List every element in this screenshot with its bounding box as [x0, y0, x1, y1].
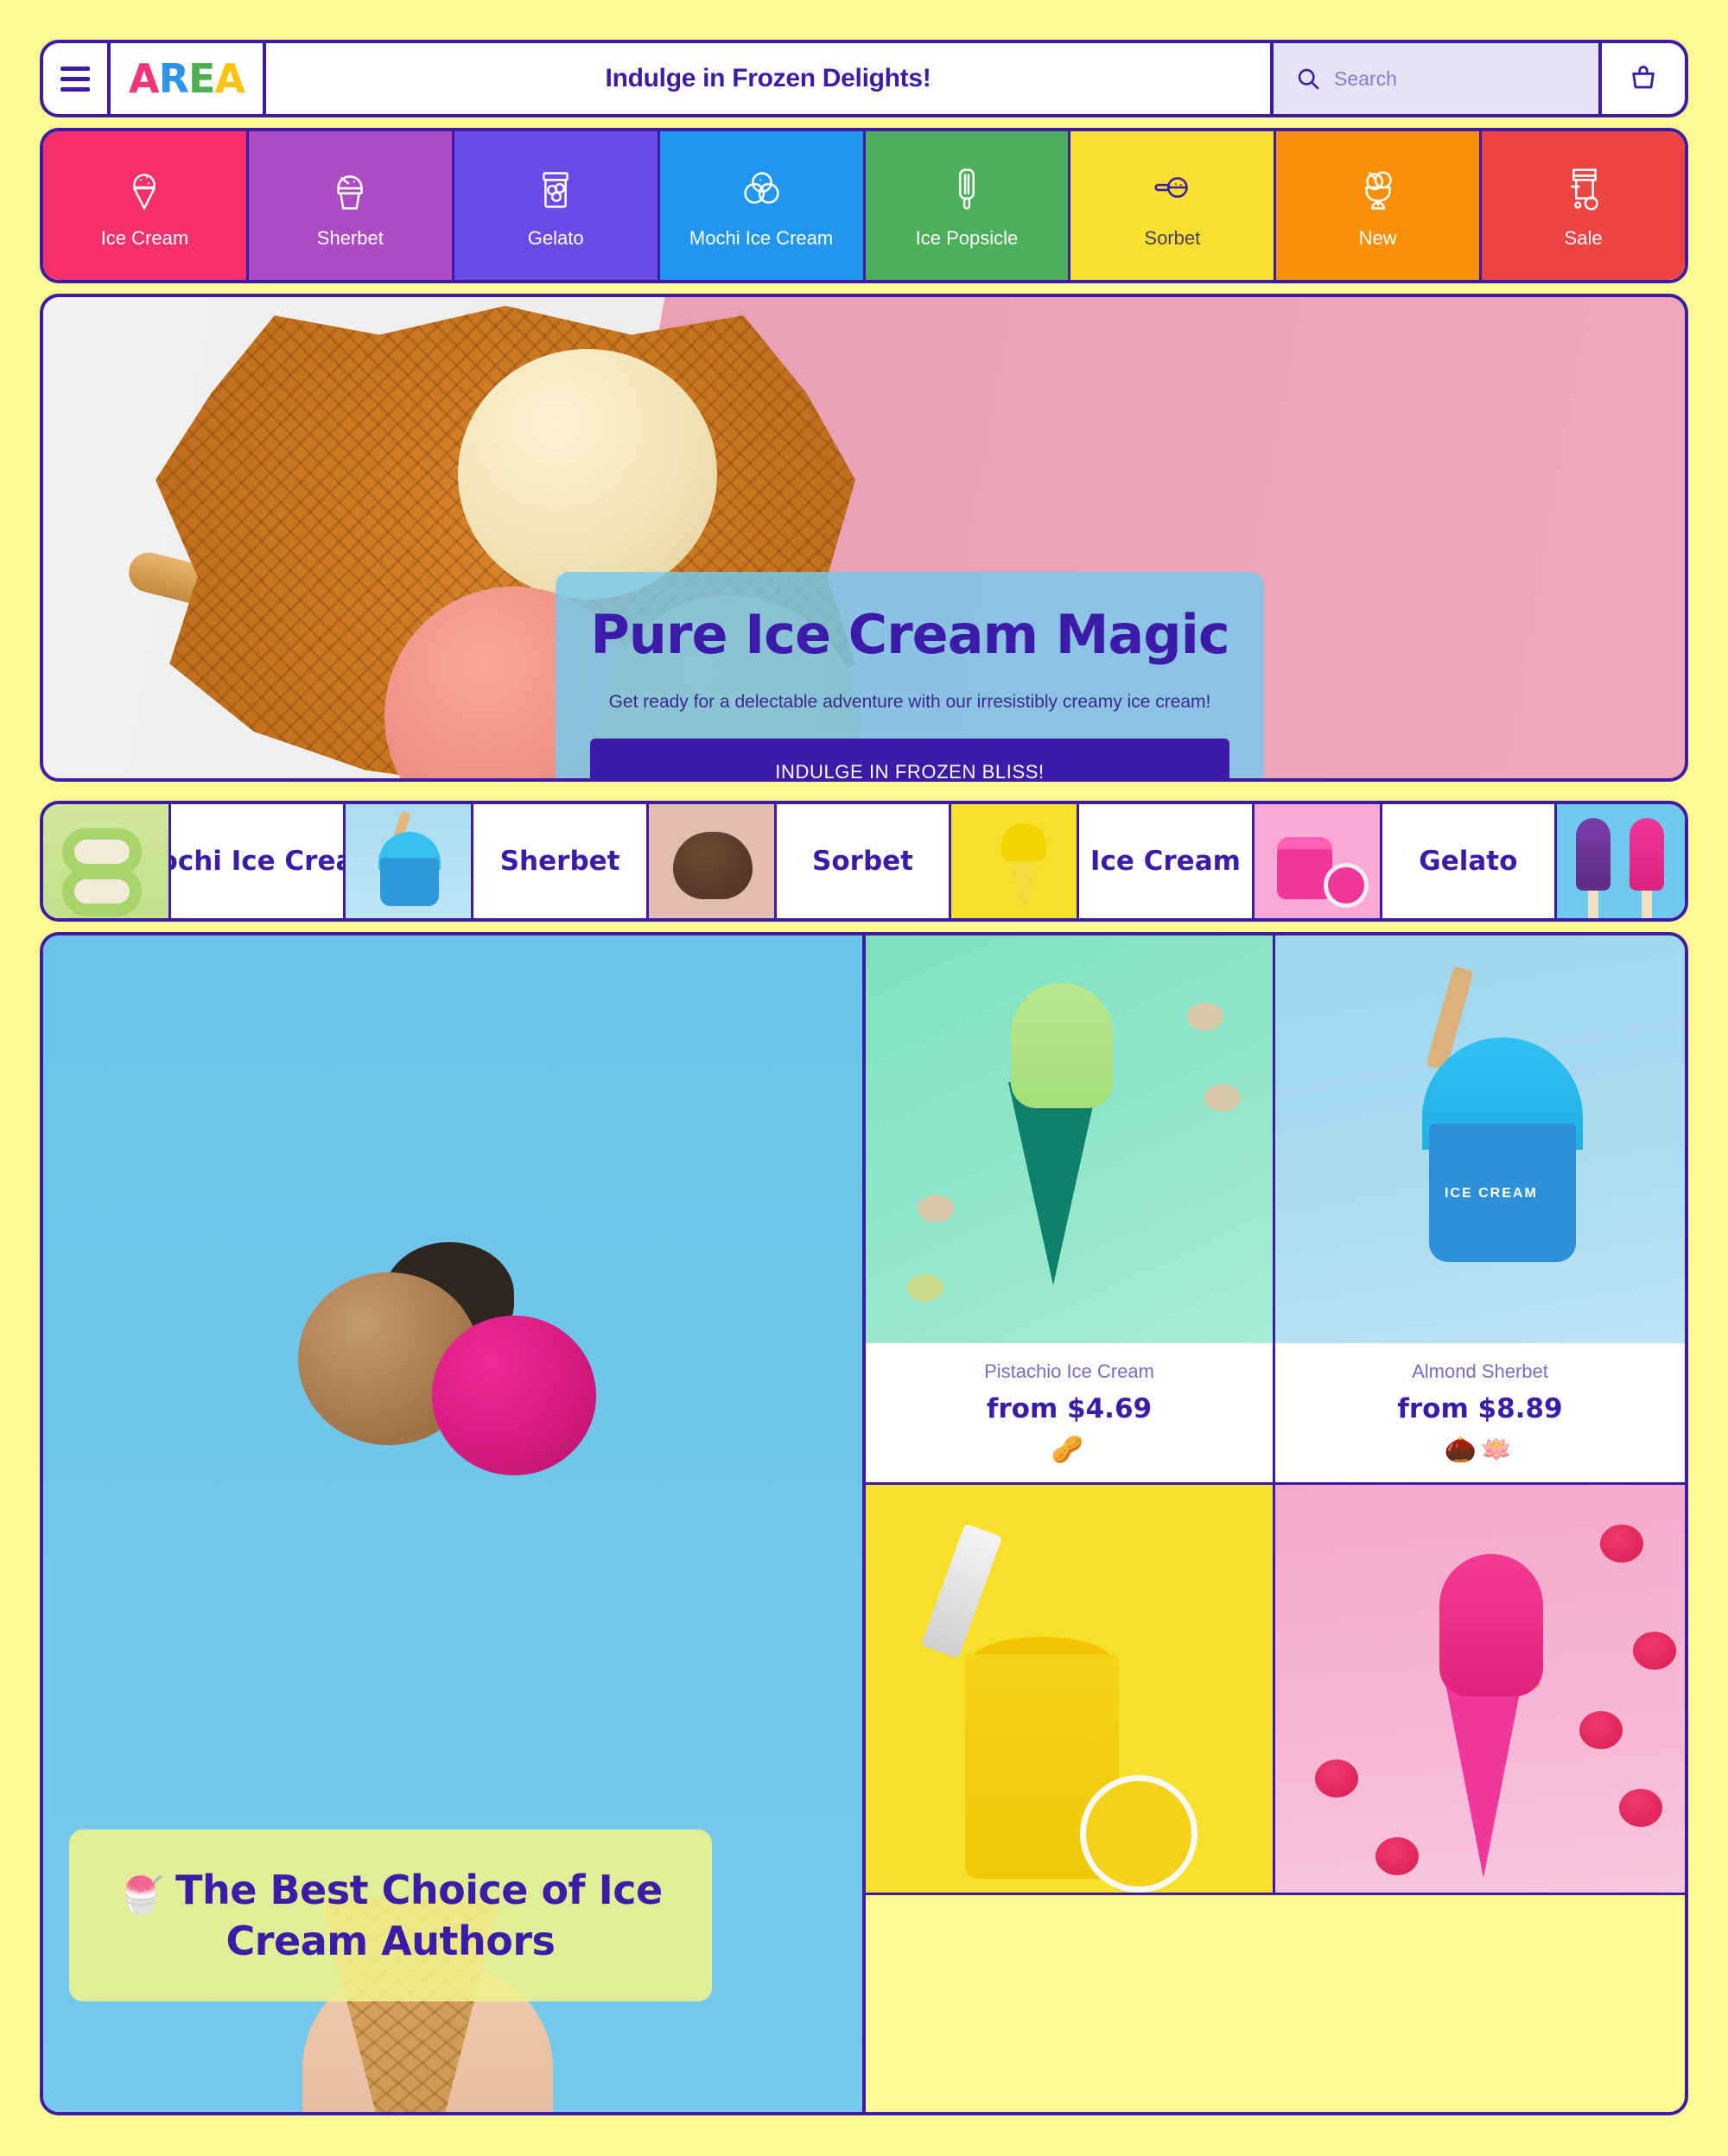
vanilla-scoop — [458, 349, 717, 599]
popsicle-bar-icon — [958, 168, 975, 210]
carousel-label-gelato[interactable]: Gelato — [1382, 804, 1558, 918]
carousel-label-mochi-ice-cream[interactable]: Mochi Ice Cream — [133, 804, 382, 918]
promo-line-2: Cream Authors — [226, 1917, 556, 1964]
almond-flower-icon: 🌰🪷 — [1444, 1435, 1516, 1465]
header-title-cell: Indulge in Frozen Delights! — [266, 43, 1274, 114]
category-label: Sorbet — [1144, 227, 1201, 249]
hero-content-card: Pure Ice Cream Magic Get ready for a del… — [556, 572, 1264, 778]
logo-letter-2: R — [158, 55, 189, 102]
category-gelato[interactable]: Gelato — [454, 131, 660, 280]
product-image-mango — [866, 1485, 1273, 1893]
promo-heading: 🍧 The Best Choice of Ice Cream Authors — [104, 1866, 677, 1965]
carousel-image-yellow-cone[interactable] — [951, 804, 1080, 918]
logo-letter-3: E — [187, 55, 215, 102]
main-content: 🍧 The Best Choice of Ice Cream Authors Pis… — [40, 932, 1688, 2115]
carousel-image-popsicles[interactable] — [1557, 804, 1685, 918]
page-title: Indulge in Frozen Delights! — [605, 64, 931, 92]
category-label: New — [1358, 227, 1397, 249]
category-label: Ice Cream — [100, 227, 189, 249]
product-card-raspberry[interactable] — [1275, 1485, 1685, 1895]
carousel-image-mochi[interactable] — [43, 804, 171, 918]
carousel-label-ice-cream[interactable]: Ice Cream — [1079, 804, 1255, 918]
carousel-label-sorbet[interactable]: Sorbet — [777, 804, 952, 918]
shopping-basket-icon — [1632, 66, 1655, 89]
hero-subtitle: Get ready for a delectable adventure wit… — [608, 692, 1211, 712]
carousel-label-sherbet[interactable]: Sherbet — [473, 804, 649, 918]
category-ice-popsicle[interactable]: Ice Popsicle — [865, 131, 1071, 280]
promo-line-1: The Best Choice of Ice — [175, 1866, 663, 1913]
logo-letter-1: A — [128, 55, 160, 102]
sundae-goblet-icon — [1364, 171, 1392, 210]
ice-cream-cart-icon — [1570, 168, 1598, 211]
product-image-pistachio — [866, 935, 1273, 1343]
ice-cream-cone-icon — [133, 174, 156, 210]
product-info: Almond Sherbet from $8.89 🌰🪷 — [1275, 1343, 1685, 1482]
category-carousel[interactable]: Mochi Ice Cream Sherbet Sorbet Ice Cream… — [40, 801, 1688, 922]
category-label: Mochi Ice Cream — [689, 227, 834, 249]
search-bar[interactable] — [1274, 43, 1602, 114]
search-icon — [1298, 68, 1319, 90]
shaved-ice-icon: 🍧 — [118, 1873, 164, 1916]
category-label: Gelato — [527, 227, 584, 249]
carousel-image-raspberry-tub[interactable] — [1254, 804, 1382, 918]
category-nav: Ice Cream Sherbet Gelato Mochi Ice Cream… — [40, 128, 1688, 283]
logo-letter-4: A — [214, 55, 245, 102]
brand-logo[interactable]: AREA — [111, 43, 266, 114]
product-name: Pistachio Ice Cream — [984, 1360, 1154, 1382]
page-root: AREA Indulge in Frozen Delights! Search … — [0, 0, 1728, 2156]
sorbet-scoop-icon — [1154, 177, 1188, 198]
category-sherbet[interactable]: Sherbet — [248, 131, 454, 280]
mochi-balls-icon — [744, 172, 779, 204]
category-mochi-ice-cream[interactable]: Mochi Ice Cream — [659, 131, 866, 280]
category-label: Sale — [1564, 227, 1603, 249]
hero-title: Pure Ice Cream Magic — [590, 603, 1229, 666]
promo-banner: 🍧 The Best Choice of Ice Cream Authors — [69, 1829, 712, 2001]
product-info: Pistachio Ice Cream from $4.69 🥜 — [866, 1343, 1273, 1482]
logo-text: AREA — [129, 55, 245, 102]
carousel-image-chocolate-scoop[interactable] — [648, 804, 777, 918]
product-card-almond[interactable]: ICE CREAM Almond Sherbet from $8.89 🌰🪷 — [1275, 935, 1685, 1485]
product-image-raspberry — [1275, 1485, 1685, 1893]
gelato-jar-icon — [543, 172, 569, 208]
product-card-mango[interactable] — [866, 1485, 1275, 1895]
hero-cta-button[interactable]: INDULGE IN FROZEN BLISS! — [590, 739, 1229, 778]
product-card-pistachio[interactable]: Pistachio Ice Cream from $4.69 🥜 — [866, 935, 1275, 1485]
pistachio-icon: 🥜 — [1051, 1435, 1088, 1465]
category-sale[interactable]: Sale — [1482, 131, 1685, 280]
product-image-almond: ICE CREAM — [1275, 935, 1685, 1343]
top-header: AREA Indulge in Frozen Delights! — [40, 40, 1688, 117]
hero-banner: Pure Ice Cream Magic Get ready for a del… — [40, 294, 1688, 782]
feature-panel[interactable]: 🍧 The Best Choice of Ice Cream Authors — [43, 935, 866, 2112]
carousel-image-blue-cup[interactable] — [346, 804, 474, 918]
product-grid: Pistachio Ice Cream from $4.69 🥜 ICE CRE… — [866, 935, 1685, 2112]
search-input[interactable] — [1334, 67, 1576, 91]
category-label: Sherbet — [316, 227, 384, 249]
hamburger-menu-icon — [60, 66, 90, 92]
category-ice-cream[interactable]: Ice Cream — [43, 131, 249, 280]
category-label: Ice Popsicle — [915, 227, 1019, 249]
product-price: from $4.69 — [986, 1393, 1153, 1424]
product-price: from $8.89 — [1397, 1393, 1563, 1424]
category-sorbet[interactable]: Sorbet — [1070, 131, 1277, 280]
product-name: Almond Sherbet — [1412, 1360, 1548, 1382]
berry-scoop — [432, 1316, 596, 1475]
cart-button[interactable] — [1602, 43, 1685, 114]
hamburger-menu-button[interactable] — [43, 43, 111, 114]
category-new[interactable]: New — [1276, 131, 1483, 280]
sherbet-cup-icon — [337, 175, 364, 210]
